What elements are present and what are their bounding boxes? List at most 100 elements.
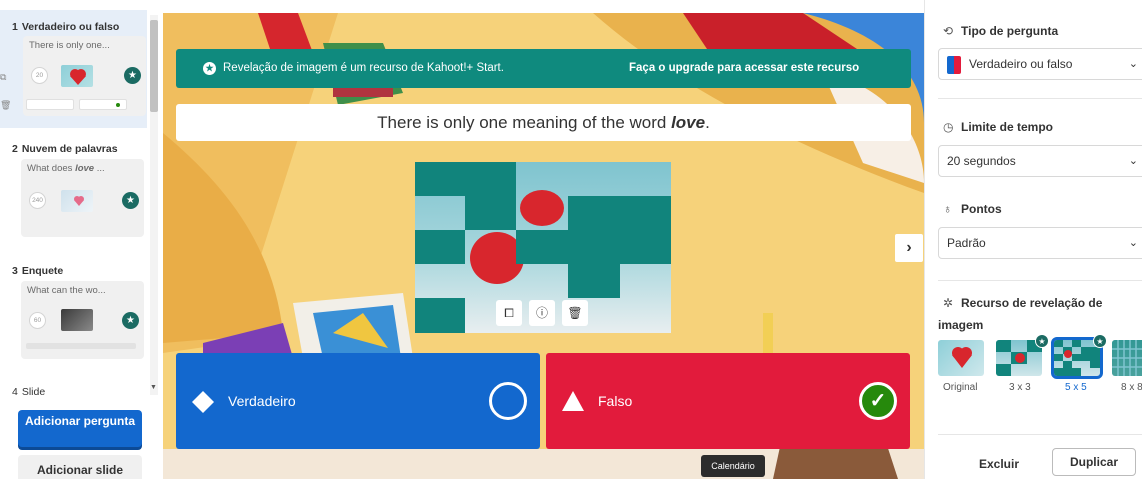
answer-label: Falso	[598, 393, 633, 409]
time-limit-title: ◷ Limite de tempo	[943, 120, 1053, 134]
chevron-down-icon: ⌄	[1128, 155, 1138, 167]
reveal-tile	[415, 230, 465, 264]
reveal-tile	[516, 230, 671, 264]
answer-placeholder-correct	[79, 99, 127, 110]
slide-item-3[interactable]: 3 Enquete	[12, 265, 142, 277]
reveal-tile	[465, 196, 516, 230]
add-slide-button[interactable]: Adicionar slide	[18, 455, 142, 479]
preview-emphasis: love	[75, 163, 95, 174]
chevron-right-icon[interactable]: ›	[895, 234, 923, 262]
reveal-tile	[415, 162, 465, 196]
slide-type-label: Enquete	[21, 265, 64, 277]
premium-star-icon: ★	[1093, 334, 1107, 348]
true-false-icon	[947, 55, 961, 74]
slide-preview-text: What can the wo...	[27, 285, 106, 296]
premium-star-icon: ★	[122, 192, 139, 209]
checkmark-icon[interactable]: ✓	[859, 382, 897, 420]
slide-thumbnail	[61, 309, 93, 331]
reveal-option-original[interactable]	[938, 340, 984, 376]
trash-icon[interactable]: 🗑	[562, 300, 588, 326]
slide-title: 3 Enquete	[12, 265, 142, 277]
grid-5x5-preview	[1054, 340, 1100, 376]
slide-preview-text: There is only one...	[29, 40, 110, 51]
slide-title: 1 Verdadeiro ou falso	[12, 21, 142, 33]
crop-icon[interactable]: ⧠	[496, 300, 522, 326]
reveal-tile	[465, 162, 516, 196]
premium-star-icon: ★	[124, 67, 141, 84]
slide-card-3[interactable]: What can the wo... 60 ★	[21, 281, 144, 359]
slide-number: 2	[12, 143, 18, 155]
medal-icon: ♁	[943, 202, 952, 216]
answer-placeholder	[26, 99, 74, 110]
slide-type-label: Nuvem de palavras	[21, 143, 118, 155]
delete-slide-icon[interactable]: 🗑	[0, 100, 11, 111]
points-title-text: Pontos	[961, 202, 1002, 216]
reveal-tile	[568, 264, 620, 298]
question-input[interactable]: There is only one meaning of the word lo…	[176, 104, 911, 141]
divider	[938, 280, 1142, 281]
question-type-select[interactable]: Verdadeiro ou falso ⌄	[938, 48, 1142, 80]
sidebar-scroll-thumb[interactable]	[150, 20, 158, 112]
reveal-option-3x3[interactable]	[996, 340, 1042, 376]
reveal-tile	[568, 196, 671, 230]
settings-panel: ⟲ Tipo de pergunta Verdadeiro ou falso ⌄ …	[924, 0, 1142, 479]
question-type-icon: ⟲	[943, 24, 954, 38]
balloon-shape	[520, 190, 564, 226]
question-type-title: ⟲ Tipo de pergunta	[943, 24, 1058, 38]
slide-card-2[interactable]: What does love ... 240 ★	[21, 159, 144, 237]
premium-star-icon: ★	[1035, 334, 1049, 348]
banner-message: Revelação de imagem é um recurso de Kaho…	[223, 62, 504, 74]
heart-balloon-icon	[952, 347, 972, 368]
poll-bar	[26, 343, 136, 349]
points-select[interactable]: Padrão ⌄	[938, 227, 1142, 259]
reveal-option-label: 5 x 5	[1065, 382, 1087, 393]
slide-item-4[interactable]: 4 Slide	[12, 386, 142, 398]
points-title: ♁ Pontos	[943, 202, 1002, 216]
info-icon[interactable]: ⓘ	[529, 300, 555, 326]
timer-badge: 20	[31, 67, 48, 84]
reveal-option-label: Original	[943, 382, 978, 393]
answer-true[interactable]: Verdadeiro	[176, 353, 540, 449]
duplicate-button[interactable]: Duplicar	[1052, 448, 1136, 476]
reveal-tile	[415, 298, 465, 333]
delete-button[interactable]: Excluir	[963, 451, 1035, 477]
slide-canvas: ★ Revelação de imagem é um recurso de Ka…	[163, 13, 924, 479]
slide-type-label: Verdadeiro ou falso	[21, 21, 120, 33]
slide-thumbnail	[61, 65, 93, 87]
chevron-down-icon: ⌄	[1128, 237, 1138, 249]
divider	[938, 98, 1142, 99]
heart-hands-icon	[74, 196, 84, 206]
slide-title: 2 Nuvem de palavras	[12, 143, 142, 155]
slide-card-1[interactable]: There is only one... 20 ★	[23, 36, 146, 116]
slide-number: 3	[12, 265, 18, 277]
add-question-button[interactable]: Adicionar pergunta	[18, 410, 142, 447]
upgrade-banner[interactable]: ★ Revelação de imagem é um recurso de Ka…	[176, 49, 911, 88]
grid-3x3-preview	[996, 340, 1042, 376]
scroll-down-icon[interactable]: ▼	[150, 384, 157, 391]
mark-correct-toggle[interactable]	[489, 382, 527, 420]
slide-number: 4	[12, 386, 18, 398]
duplicate-slide-icon[interactable]: ⧉	[0, 72, 6, 83]
time-limit-title-text: Limite de tempo	[961, 120, 1054, 134]
upgrade-link[interactable]: Faça o upgrade para acessar este recurso	[629, 62, 859, 74]
answer-false[interactable]: Falso ✓	[546, 353, 910, 449]
preview-suffix: ...	[94, 163, 105, 174]
reveal-option-label: 3 x 3	[1009, 382, 1031, 393]
slide-item-2[interactable]: 2 Nuvem de palavras	[12, 143, 142, 155]
reveal-option-5x5[interactable]	[1051, 337, 1103, 379]
slide-thumbnail	[61, 190, 93, 212]
slide-sidebar: 1 Verdadeiro ou falso There is only one..…	[0, 0, 163, 479]
question-suffix: .	[705, 113, 710, 132]
question-text: There is only one meaning of the word	[377, 113, 672, 132]
slide-type-label: Slide	[21, 386, 46, 398]
time-limit-select[interactable]: 20 segundos ⌄	[938, 145, 1142, 177]
sparkle-icon: ✲	[943, 296, 954, 310]
slide-preview-text: What does love ...	[27, 163, 105, 174]
chevron-down-icon: ⌄	[1128, 58, 1138, 70]
heart-balloon-icon	[70, 69, 86, 85]
reveal-option-8x8[interactable]	[1112, 340, 1142, 376]
time-limit-value: 20 segundos	[947, 154, 1016, 168]
slide-item-1[interactable]: 1 Verdadeiro ou falso	[12, 21, 142, 33]
tooltip: Calendário	[701, 455, 765, 477]
image-reveal-title-cont: imagem	[938, 318, 984, 332]
